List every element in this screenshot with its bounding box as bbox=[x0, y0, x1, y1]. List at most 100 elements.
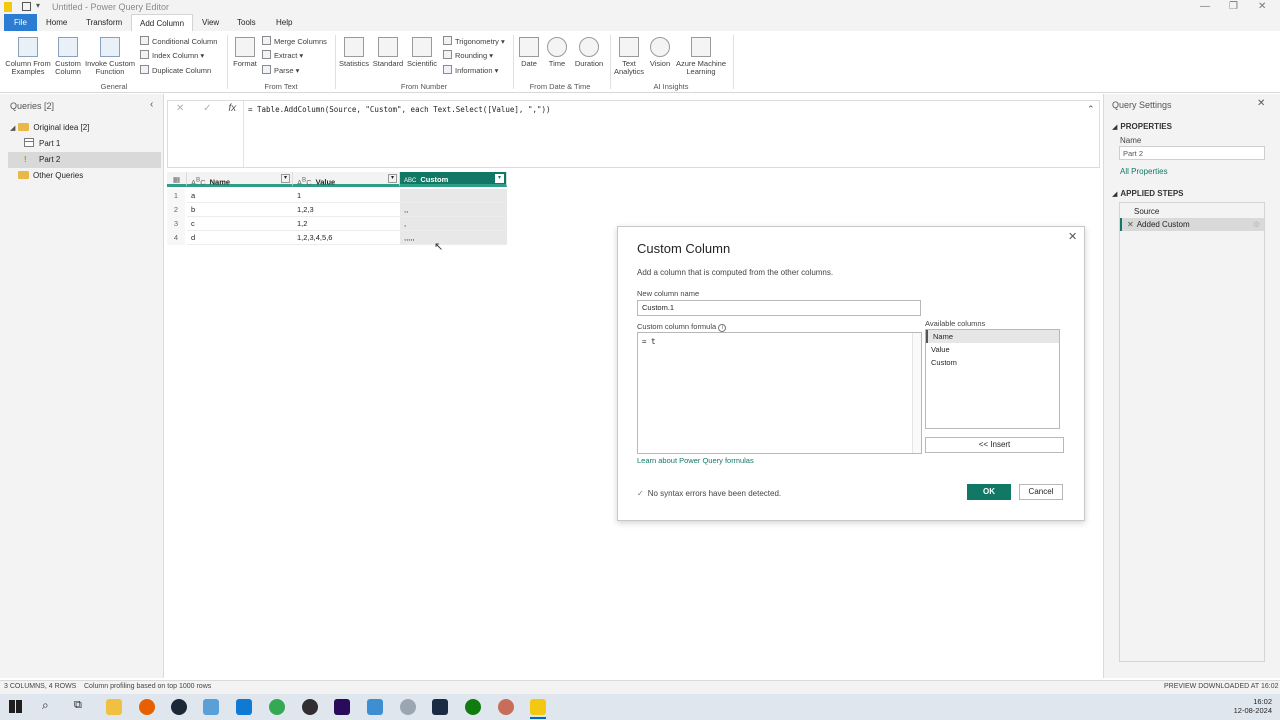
tab-view[interactable]: View bbox=[194, 14, 227, 31]
query-name-input[interactable]: Part 2 bbox=[1119, 146, 1265, 160]
filter-dropdown-icon[interactable]: ▾ bbox=[495, 174, 504, 183]
column-profiling-status[interactable]: Column profiling based on top 1000 rows bbox=[84, 683, 211, 690]
query-item-part-1[interactable]: Part 1 bbox=[8, 136, 161, 152]
index-column-button[interactable]: Index Column ▾ bbox=[140, 49, 204, 62]
vision-button[interactable]: Vision bbox=[647, 37, 673, 68]
formula-scrollbar[interactable] bbox=[912, 333, 921, 453]
formula-bar[interactable]: ✕ ✓ fx = Table.AddColumn(Source, "Custom… bbox=[167, 100, 1100, 168]
table-cell[interactable]: 1 bbox=[293, 189, 400, 203]
vscode-icon[interactable] bbox=[236, 699, 252, 715]
close-pane-icon[interactable]: ✕ bbox=[1257, 98, 1265, 109]
query-item-part-2[interactable]: ! Part 2 bbox=[8, 152, 161, 168]
available-column-item[interactable]: Value bbox=[926, 343, 1059, 356]
steam-icon[interactable] bbox=[171, 699, 187, 715]
app-icon[interactable] bbox=[400, 699, 416, 715]
search-icon[interactable]: ⌕ bbox=[42, 698, 49, 713]
information-button[interactable]: Information ▾ bbox=[443, 64, 498, 77]
filter-dropdown-icon[interactable]: ▾ bbox=[388, 174, 397, 183]
cancel-formula-icon[interactable]: ✕ bbox=[176, 103, 184, 114]
table-cell[interactable]: ,, bbox=[400, 203, 507, 217]
firefox-icon[interactable] bbox=[139, 699, 155, 715]
tab-add-column[interactable]: Add Column bbox=[131, 14, 194, 31]
cancel-button[interactable]: Cancel bbox=[1019, 484, 1063, 500]
insert-button[interactable]: << Insert bbox=[925, 437, 1064, 453]
table-cell[interactable]: , bbox=[400, 217, 507, 231]
column-header-value[interactable]: ABC Value ▾ bbox=[293, 172, 400, 187]
filter-dropdown-icon[interactable]: ▾ bbox=[281, 174, 290, 183]
query-folder-original-idea[interactable]: ◢ Original idea [2] bbox=[10, 120, 160, 136]
collapse-formula-bar-icon[interactable]: ⌃ bbox=[1087, 104, 1095, 115]
obs-icon[interactable] bbox=[302, 699, 318, 715]
step-source[interactable]: Source bbox=[1120, 205, 1264, 218]
table-cell[interactable]: a bbox=[187, 189, 293, 203]
rounding-button[interactable]: Rounding ▾ bbox=[443, 49, 493, 62]
fx-icon[interactable]: fx bbox=[228, 103, 236, 114]
all-properties-link[interactable]: All Properties bbox=[1120, 167, 1168, 176]
quick-access-dropdown-icon[interactable]: ▾ bbox=[36, 1, 40, 10]
duration-button[interactable]: Duration bbox=[572, 37, 606, 68]
trigonometry-button[interactable]: Trigonometry ▾ bbox=[443, 35, 505, 48]
save-icon[interactable] bbox=[22, 2, 31, 11]
table-menu-button[interactable]: ▦ bbox=[167, 172, 187, 187]
tab-file[interactable]: File bbox=[4, 14, 37, 31]
merge-columns-button[interactable]: Merge Columns bbox=[262, 35, 327, 48]
learn-formulas-link[interactable]: Learn about Power Query formulas bbox=[637, 456, 754, 465]
new-column-name-input[interactable]: Custom.1 bbox=[637, 300, 921, 316]
app-icon[interactable] bbox=[432, 699, 448, 715]
xbox-icon[interactable] bbox=[465, 699, 481, 715]
tab-tools[interactable]: Tools bbox=[229, 14, 264, 31]
extract-button[interactable]: Extract ▾ bbox=[262, 49, 303, 62]
table-cell[interactable]: d bbox=[187, 231, 293, 245]
close-window-button[interactable]: ✕ bbox=[1258, 1, 1266, 12]
step-settings-gear-icon[interactable]: ⚙ bbox=[1253, 218, 1260, 231]
tab-help[interactable]: Help bbox=[268, 14, 300, 31]
date-button[interactable]: Date bbox=[517, 37, 541, 68]
available-column-item[interactable]: Custom bbox=[926, 356, 1059, 369]
standard-button[interactable]: Standard bbox=[372, 37, 404, 68]
chrome-icon[interactable] bbox=[269, 699, 285, 715]
table-cell[interactable]: c bbox=[187, 217, 293, 231]
properties-header[interactable]: ◢ PROPERTIES bbox=[1112, 122, 1172, 131]
step-added-custom[interactable]: ✕ Added Custom ⚙ bbox=[1120, 218, 1264, 231]
applied-steps-header[interactable]: ◢ APPLIED STEPS bbox=[1112, 189, 1184, 198]
app-icon[interactable] bbox=[367, 699, 383, 715]
restore-button[interactable]: ❐ bbox=[1229, 1, 1238, 12]
app-icon[interactable] bbox=[203, 699, 219, 715]
query-folder-other-queries[interactable]: Other Queries bbox=[18, 168, 161, 184]
table-cell[interactable]: ,,,,, bbox=[400, 231, 507, 245]
table-cell[interactable]: 1,2,3,4,5,6 bbox=[293, 231, 400, 245]
delete-step-icon[interactable]: ✕ bbox=[1127, 220, 1134, 229]
azure-machine-learning-button[interactable]: Azure Machine Learning bbox=[674, 37, 728, 76]
column-header-custom[interactable]: ABC Custom ▾ bbox=[400, 172, 507, 187]
system-clock[interactable]: 16:02 12-08-2024 bbox=[1234, 697, 1272, 715]
table-cell[interactable]: 1,2 bbox=[293, 217, 400, 231]
text-type-icon[interactable]: ABC bbox=[297, 176, 312, 187]
available-column-item[interactable]: Name bbox=[926, 330, 1059, 343]
formula-text[interactable]: = Table.AddColumn(Source, "Custom", each… bbox=[248, 105, 551, 114]
any-type-icon[interactable]: ABC bbox=[404, 178, 416, 184]
available-columns-list[interactable]: Name Value Custom bbox=[925, 329, 1060, 429]
info-icon[interactable]: i bbox=[718, 324, 727, 332]
parse-button[interactable]: Parse ▾ bbox=[262, 64, 299, 77]
column-header-name[interactable]: ABC Name ▾ bbox=[187, 172, 293, 187]
close-dialog-icon[interactable]: ✕ bbox=[1068, 230, 1077, 243]
statistics-button[interactable]: Statistics bbox=[338, 37, 370, 68]
file-explorer-icon[interactable] bbox=[106, 699, 122, 715]
start-windows-icon[interactable] bbox=[9, 700, 22, 713]
ok-button[interactable]: OK bbox=[967, 484, 1011, 500]
conditional-column-button[interactable]: Conditional Column bbox=[140, 35, 217, 48]
custom-column-button[interactable]: Custom Column bbox=[52, 37, 84, 76]
task-view-icon[interactable]: ⧉ bbox=[74, 699, 82, 712]
scientific-button[interactable]: Scientific bbox=[406, 37, 438, 68]
table-cell[interactable]: 1,2,3 bbox=[293, 203, 400, 217]
table-cell[interactable] bbox=[400, 189, 507, 203]
collapse-pane-icon[interactable]: ‹ bbox=[150, 99, 153, 110]
text-analytics-button[interactable]: Text Analytics bbox=[612, 37, 646, 76]
power-bi-icon[interactable] bbox=[530, 699, 546, 715]
duplicate-column-button[interactable]: Duplicate Column bbox=[140, 64, 211, 77]
invoke-custom-function-button[interactable]: Invoke Custom Function bbox=[84, 37, 136, 76]
minimize-button[interactable]: — bbox=[1200, 1, 1210, 12]
custom-column-formula-input[interactable]: = t bbox=[637, 332, 922, 454]
table-cell[interactable]: b bbox=[187, 203, 293, 217]
time-button[interactable]: Time bbox=[545, 37, 569, 68]
